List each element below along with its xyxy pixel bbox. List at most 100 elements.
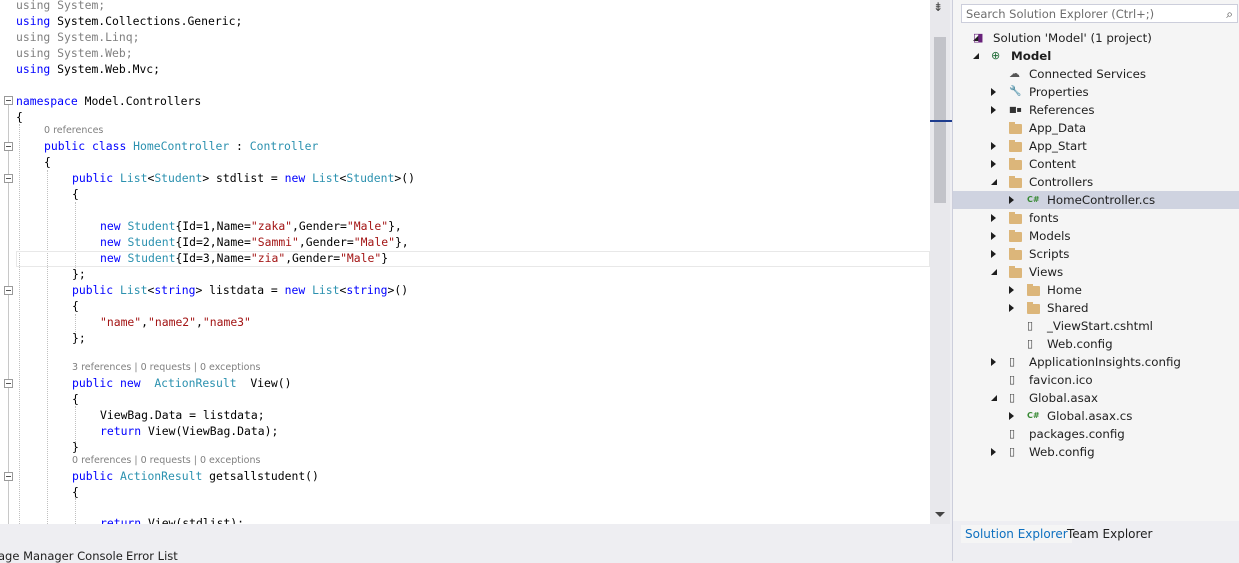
tree-item[interactable]: Home — [953, 281, 1239, 299]
tab-team-explorer[interactable]: Team Explorer — [1063, 525, 1157, 543]
tab-solution-explorer[interactable]: Solution Explorer — [961, 525, 1072, 543]
tree-item[interactable]: ☁ Connected Services — [953, 65, 1239, 83]
collapse-arrow-icon[interactable] — [1009, 412, 1014, 420]
indent-guide — [75, 498, 76, 524]
collapse-toggle[interactable] — [4, 472, 13, 481]
tree-item[interactable]: ▯ Web.config — [953, 443, 1239, 461]
brace: { — [72, 392, 79, 406]
keyword: new — [284, 171, 306, 185]
type-name: Student — [154, 171, 203, 185]
solution-explorer-search[interactable]: Search Solution Explorer (Ctrl+;) ⌕ — [961, 4, 1238, 23]
collapse-arrow-icon[interactable] — [991, 232, 996, 240]
tree-item[interactable]: ▯ favicon.ico — [953, 371, 1239, 389]
tree-item[interactable]: ▯ Web.config — [953, 335, 1239, 353]
tree-item[interactable]: fonts — [953, 209, 1239, 227]
collapse-toggle[interactable] — [4, 96, 13, 105]
collapse-arrow-icon[interactable] — [991, 160, 996, 168]
keyword: public — [72, 171, 114, 185]
collapse-arrow-icon[interactable] — [991, 106, 996, 114]
tree-item[interactable]: ■▪ References — [953, 101, 1239, 119]
code-text: >() — [394, 171, 415, 185]
scroll-down-icon[interactable] — [935, 512, 945, 517]
folder-icon — [1009, 248, 1022, 260]
config-file-icon: ▯ — [1009, 355, 1016, 368]
codelens-references[interactable]: 3 references | 0 requests | 0 exceptions — [72, 362, 260, 374]
type-name: Student — [127, 235, 176, 249]
tree-item[interactable]: Shared — [953, 299, 1239, 317]
tree-item-label: Content — [1029, 157, 1076, 171]
tree-item[interactable]: ▯ ApplicationInsights.config — [953, 353, 1239, 371]
string-literal: "zia" — [250, 251, 286, 265]
asax-file-icon: ▯ — [1009, 391, 1016, 404]
tree-item[interactable]: Models — [953, 227, 1239, 245]
tree-item[interactable]: ⊕ Model — [953, 47, 1239, 65]
indent-guide — [19, 124, 20, 524]
code-line: { — [16, 109, 23, 125]
tree-item[interactable]: 🔧 Properties — [953, 83, 1239, 101]
collapse-toggle[interactable] — [4, 142, 13, 151]
code-line: { — [72, 186, 79, 202]
type-name: List — [312, 283, 340, 297]
type-name: List — [120, 171, 148, 185]
tree-item-label: Global.asax.cs — [1047, 409, 1133, 423]
keyword: new — [120, 376, 141, 390]
brace: { — [72, 485, 79, 499]
tree-item[interactable]: C# Global.asax.cs — [953, 407, 1239, 425]
web-project-icon: ⊕ — [991, 49, 1001, 62]
folder-open-icon — [1009, 266, 1022, 278]
tree-item[interactable]: ◨ Solution 'Model' (1 project) — [953, 29, 1239, 47]
tree-item[interactable]: App_Data — [953, 119, 1239, 137]
collapse-arrow-icon[interactable] — [991, 448, 996, 456]
tree-item[interactable]: App_Start — [953, 137, 1239, 155]
collapse-arrow-icon[interactable] — [991, 142, 996, 150]
collapse-arrow-icon[interactable] — [991, 214, 996, 222]
codelens-references[interactable]: 0 references — [44, 125, 103, 137]
razor-file-icon: ▯ — [1027, 319, 1034, 332]
tree-item[interactable]: ▯ Global.asax — [953, 389, 1239, 407]
code-line: using System; — [16, 0, 105, 13]
tree-item[interactable]: Content — [953, 155, 1239, 173]
code-line: using System.Web; — [16, 45, 133, 61]
split-window-icon[interactable]: ⇟ — [933, 0, 943, 14]
keyword: new — [100, 235, 121, 249]
expand-arrow-icon[interactable] — [991, 395, 997, 401]
collapse-toggle[interactable] — [4, 174, 13, 183]
tree-item[interactable]: ▯ _ViewStart.cshtml — [953, 317, 1239, 335]
solution-icon: ◨ — [973, 31, 984, 44]
collapse-arrow-icon[interactable] — [991, 88, 996, 96]
code-line: using System.Collections.Generic; — [16, 13, 242, 29]
tree-item[interactable]: Scripts — [953, 245, 1239, 263]
code-line: new Student{Id=3,Name="zia",Gender="Male… — [100, 250, 388, 266]
code-text: System.Web.Mvc; — [50, 62, 161, 76]
collapse-arrow-icon[interactable] — [1009, 196, 1014, 204]
tree-item[interactable]: Views — [953, 263, 1239, 281]
folder-icon — [1009, 122, 1022, 134]
config-file-icon: ▯ — [1009, 445, 1016, 458]
collapse-toggle[interactable] — [4, 286, 13, 295]
code-line: } — [72, 439, 79, 455]
tree-item[interactable]: Controllers — [953, 173, 1239, 191]
tree-item[interactable]: ▯ packages.config — [953, 425, 1239, 443]
collapse-arrow-icon[interactable] — [991, 250, 996, 258]
editor-vertical-scrollbar[interactable]: ⇟ — [930, 0, 952, 524]
expand-arrow-icon[interactable] — [991, 269, 997, 275]
tree-item[interactable]: C# HomeController.cs — [953, 191, 1239, 209]
tree-item-label: Properties — [1029, 85, 1089, 99]
code-text: System.Web; — [50, 46, 133, 60]
code-editor[interactable]: using System; using System.Collections.G… — [0, 0, 930, 524]
code-line: return View(ViewBag.Data); — [100, 423, 278, 439]
cloud-icon: ☁ — [1009, 67, 1020, 80]
collapse-arrow-icon[interactable] — [1009, 286, 1014, 294]
csharp-file-icon: C# — [1027, 411, 1040, 420]
codelens-references[interactable]: 0 references | 0 requests | 0 exceptions — [72, 455, 260, 467]
collapse-arrow-icon[interactable] — [1009, 304, 1014, 312]
expand-arrow-icon[interactable] — [991, 179, 997, 185]
code-text: Model.Controllers — [77, 94, 202, 108]
search-placeholder: Search Solution Explorer (Ctrl+;) — [966, 7, 1155, 21]
type-name: Controller — [249, 139, 319, 153]
collapse-toggle[interactable] — [4, 379, 13, 388]
code-line: ViewBag.Data = listdata; — [100, 407, 265, 423]
expand-arrow-icon[interactable] — [973, 53, 979, 59]
collapse-arrow-icon[interactable] — [991, 358, 996, 366]
search-icon[interactable]: ⌕ — [1226, 7, 1233, 22]
